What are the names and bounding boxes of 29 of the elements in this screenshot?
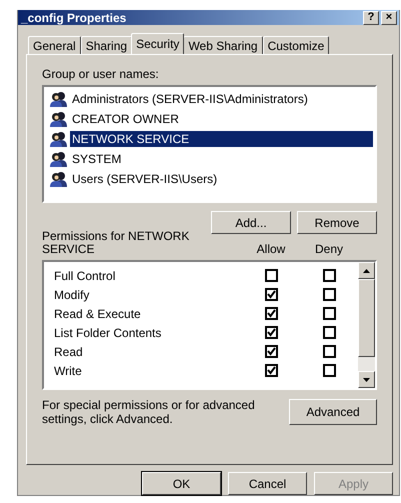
column-header: Allow: [256, 242, 286, 256]
permission-name: Write: [54, 364, 83, 378]
tab[interactable]: Sharing: [80, 36, 132, 54]
user-item[interactable]: SYSTEM: [70, 151, 124, 167]
advanced-button[interactable]: Advanced: [289, 399, 377, 425]
advanced-note: For special permissions or for advanced settings, click Advanced.: [42, 398, 256, 426]
group-label: Group or user names:: [42, 67, 160, 81]
tab[interactable]: Customize: [262, 36, 330, 54]
permission-name: Read: [54, 344, 84, 358]
permission-name: Full Control: [54, 268, 116, 282]
column-header: Deny: [314, 242, 344, 256]
button[interactable]: Add...: [211, 211, 291, 234]
button[interactable]: Cancel: [228, 472, 307, 495]
permissions-label: Permissions for NETWORK SERVICE: [42, 230, 190, 256]
user-item[interactable]: Users (SERVER-IIS\Users): [70, 171, 220, 187]
user-item[interactable]: CREATOR OWNER: [70, 111, 181, 127]
permission-name: List Folder Contents: [54, 326, 162, 340]
close-button[interactable]: ×: [381, 10, 397, 24]
tab[interactable]: Security: [131, 33, 184, 54]
permission-name: Modify: [54, 288, 90, 302]
user-item[interactable]: Administrators (SERVER-IIS\Administrators): [70, 91, 310, 107]
button[interactable]: OK: [142, 472, 221, 495]
button[interactable]: Remove: [297, 211, 377, 234]
user-item[interactable]: NETWORK SERVICE: [70, 131, 373, 147]
permission-name: Read & Execute: [54, 306, 142, 320]
tab[interactable]: Web Sharing: [183, 36, 263, 54]
tab[interactable]: General: [28, 36, 81, 54]
help-button[interactable]: ?: [363, 10, 379, 24]
window-title: _config Properties: [21, 10, 128, 24]
